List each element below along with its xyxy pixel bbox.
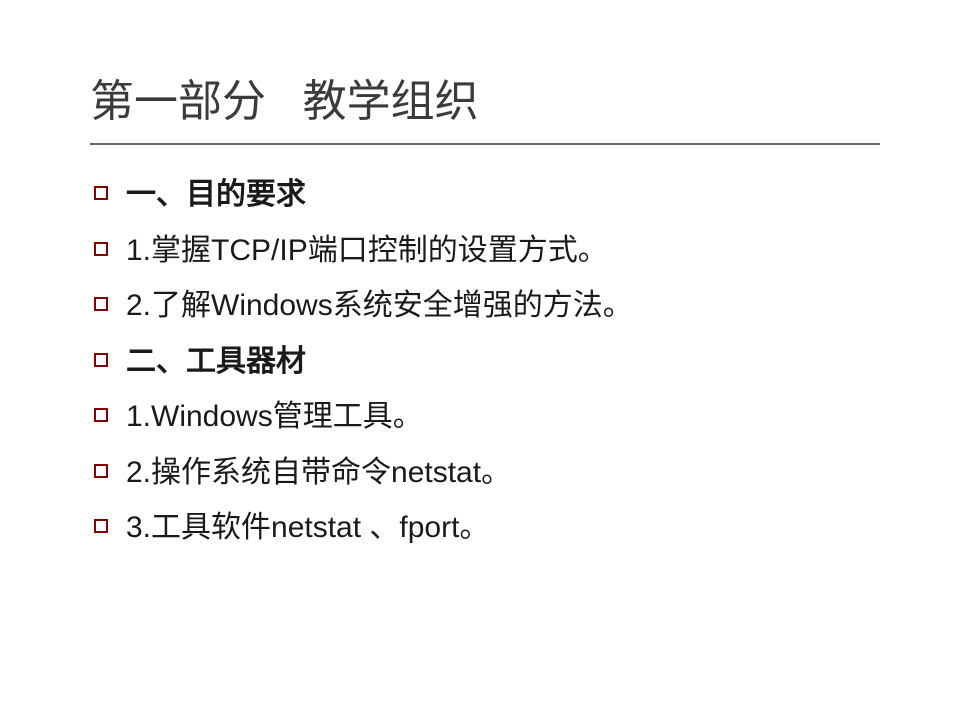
list-item: 二、工具器材 (94, 340, 880, 384)
square-bullet-icon (94, 353, 108, 367)
square-bullet-icon (94, 464, 108, 478)
list-item-text: 二、工具器材 (126, 340, 306, 384)
square-bullet-icon (94, 297, 108, 311)
list-item: 1.Windows管理工具。 (94, 395, 880, 439)
list-item: 2.操作系统自带命令netstat。 (94, 451, 880, 495)
list-item-text: 3.工具软件netstat 、fport。 (126, 506, 489, 550)
list-item-text: 2.操作系统自带命令netstat。 (126, 451, 511, 495)
slide-heading: 第一部分 教学组织 (90, 65, 880, 129)
list-item: 一、目的要求 (94, 173, 880, 217)
square-bullet-icon (94, 408, 108, 422)
list-item-text: 1.Windows管理工具。 (126, 395, 423, 439)
list-item-text: 1.掌握TCP/IP端口控制的设置方式。 (126, 229, 608, 273)
square-bullet-icon (94, 186, 108, 200)
list-item: 3.工具软件netstat 、fport。 (94, 506, 880, 550)
list-item-text: 2.了解Windows系统安全增强的方法。 (126, 284, 633, 328)
heading-underline (90, 143, 880, 145)
content-list: 一、目的要求 1.掌握TCP/IP端口控制的设置方式。 2.了解Windows系… (90, 173, 880, 550)
square-bullet-icon (94, 242, 108, 256)
list-item: 2.了解Windows系统安全增强的方法。 (94, 284, 880, 328)
square-bullet-icon (94, 519, 108, 533)
list-item-text: 一、目的要求 (126, 173, 306, 217)
list-item: 1.掌握TCP/IP端口控制的设置方式。 (94, 229, 880, 273)
